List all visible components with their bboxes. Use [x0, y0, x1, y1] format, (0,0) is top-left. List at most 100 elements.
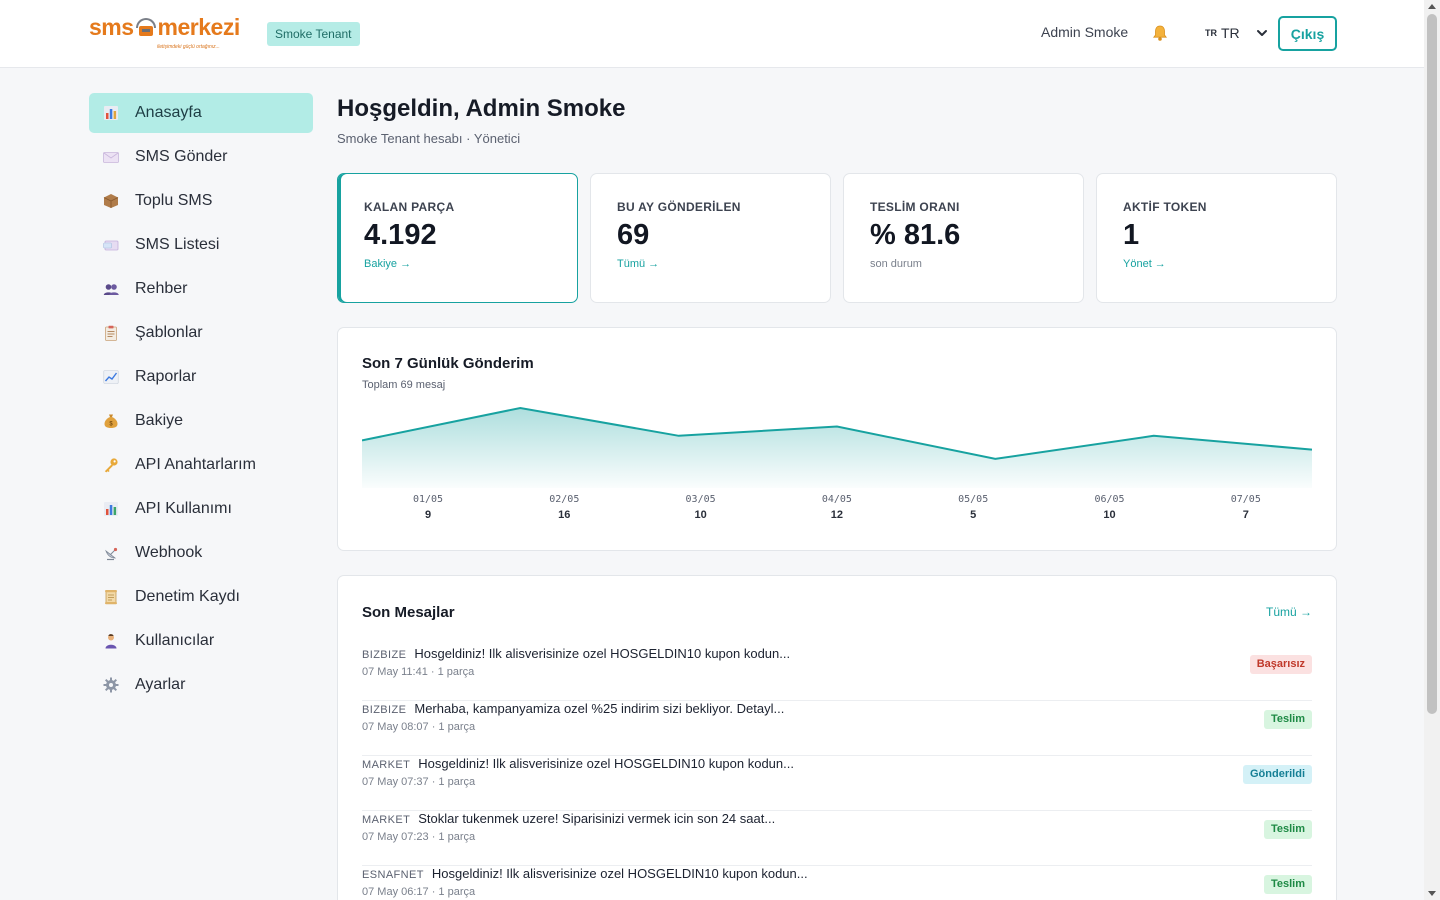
sidebar-item-webhook[interactable]: Webhook [89, 533, 313, 573]
page-scrollbar[interactable] [1424, 0, 1440, 900]
message-text: Hosgeldiniz! Ilk alisverisinize ozel HOS… [418, 756, 794, 771]
chart-tick-label: 04/05 [821, 494, 852, 505]
chart-data-label: 7 [1242, 509, 1249, 521]
chart-tick-label: 06/05 [1094, 494, 1125, 505]
message-row[interactable]: BIZBIZE Merhaba, kampanyamiza ozel %25 i… [362, 701, 1312, 756]
chart-data-label: 12 [830, 509, 844, 521]
chart-tick-label: 07/05 [1230, 494, 1261, 505]
chart-data-label: 10 [1103, 509, 1116, 521]
sidebar-item-ayarlar[interactable]: Ayarlar [89, 665, 313, 705]
main-content: Hoşgeldin, Admin Smoke Smoke Tenant hesa… [337, 93, 1337, 900]
stat-label: TESLİM ORANI [870, 200, 960, 214]
message-row[interactable]: BIZBIZE Hosgeldiniz! Ilk alisverisinize … [362, 646, 1312, 701]
message-sender: ESNAFNET [362, 869, 424, 881]
sidebar-item-label: Denetim Kaydı [135, 588, 240, 605]
message-sender: BIZBIZE [362, 649, 407, 661]
stat-link-yonet[interactable]: Yönet → [1123, 258, 1166, 270]
message-line: MARKET Hosgeldiniz! Ilk alisverisinize o… [362, 756, 794, 771]
bar-chart-icon [103, 105, 119, 121]
stat-card-aktif-token[interactable]: AKTİF TOKEN 1 Yönet → [1096, 173, 1337, 303]
message-sender: MARKET [362, 814, 411, 826]
chart-x-tick: 02/05 16 [524, 494, 604, 521]
sidebar-item-api-anahtarlarim[interactable]: API Anahtarlarım [89, 445, 313, 485]
envelopes-icon [103, 237, 119, 253]
sidebar-item-api-kullanimi[interactable]: API Kullanımı [89, 489, 313, 529]
top-header: sms merkezi iletişimdeki güçlü ortağınız… [0, 0, 1424, 68]
page-title: Hoşgeldin, Admin Smoke [337, 95, 626, 122]
message-line: MARKET Stoklar tukenmek uzere! Siparisin… [362, 811, 775, 826]
stat-link-tumu[interactable]: Tümü → [617, 258, 659, 270]
sidebar-item-bakiye[interactable]: $ Bakiye [89, 401, 313, 441]
sidebar-item-sms-gonder[interactable]: SMS Gönder [89, 137, 313, 177]
message-meta: 07 May 06:17 · 1 parça [362, 886, 476, 898]
tenant-badge: Smoke Tenant [267, 22, 360, 46]
sidebar-item-rehber[interactable]: Rehber [89, 269, 313, 309]
message-sender: BIZBIZE [362, 704, 407, 716]
status-badge: Teslim [1263, 875, 1312, 894]
message-meta: 07 May 07:23 · 1 parça [362, 831, 476, 843]
stat-label: KALAN PARÇA [364, 200, 455, 214]
scroll-down-arrow-icon[interactable] [1428, 891, 1436, 896]
sidebar-item-toplu-sms[interactable]: Toplu SMS [89, 181, 313, 221]
stat-value: 4.192 [364, 219, 437, 251]
message-row[interactable]: ESNAFNET Hosgeldiniz! Ilk alisverisinize… [362, 866, 1312, 900]
chart-x-tick: 04/05 12 [797, 494, 877, 521]
message-sender: MARKET [362, 759, 411, 771]
language-label: TR [1221, 25, 1240, 41]
sidebar-item-label: SMS Gönder [135, 148, 228, 165]
logo-wordmark: sms merkezi [89, 14, 249, 41]
chart-x-tick: 06/05 10 [1070, 494, 1150, 521]
message-meta: 07 May 07:37 · 1 parça [362, 776, 476, 788]
message-row[interactable]: MARKET Hosgeldiniz! Ilk alisverisinize o… [362, 756, 1312, 811]
recent-messages-all-link[interactable]: Tümü → [1266, 605, 1312, 619]
recent-messages-title: Son Mesajlar [362, 604, 455, 621]
scroll-icon [103, 589, 119, 605]
bell-icon[interactable] [1151, 24, 1169, 42]
stats-row: KALAN PARÇA 4.192 Bakiye → BU AY GÖNDERİ… [337, 173, 1337, 303]
stat-link-bakiye[interactable]: Bakiye → [364, 258, 411, 270]
status-badge: Gönderildi [1243, 765, 1312, 784]
sidebar-item-label: API Anahtarlarım [135, 456, 256, 473]
chart-data-label: 10 [694, 509, 707, 521]
chart-tick-label: 02/05 [549, 494, 580, 505]
message-line: BIZBIZE Hosgeldiniz! Ilk alisverisinize … [362, 646, 790, 661]
header-user-name[interactable]: Admin Smoke [1041, 24, 1128, 40]
chart-x-axis: 01/05 9 02/05 16 03/05 10 04/05 12 05/05 5 06/05 10… [362, 494, 1312, 528]
scrollbar-thumb[interactable] [1427, 14, 1437, 714]
clipboard-icon [103, 325, 119, 341]
logout-button[interactable]: Çıkış [1278, 16, 1337, 51]
message-meta: 07 May 11:41 · 1 parça [362, 666, 475, 678]
page-subtitle: Smoke Tenant hesabı · Yönetici [337, 131, 521, 146]
stat-card-kalan-parca[interactable]: KALAN PARÇA 4.192 Bakiye → [337, 173, 578, 303]
message-row[interactable]: MARKET Stoklar tukenmek uzere! Siparisin… [362, 811, 1312, 866]
stat-card-teslim-orani: TESLİM ORANI % 81.6 son durum [843, 173, 1084, 303]
sidebar-item-sablonlar[interactable]: Şablonlar [89, 313, 313, 353]
sidebar-item-denetim-kaydi[interactable]: Denetim Kaydı [89, 577, 313, 617]
bar-chart-icon [103, 501, 119, 517]
sidebar-item-label: Kullanıcılar [135, 632, 215, 649]
sidebar-item-label: Raporlar [135, 368, 197, 385]
scroll-up-arrow-icon[interactable] [1428, 4, 1436, 9]
message-text: Hosgeldiniz! Ilk alisverisinize ozel HOS… [431, 866, 808, 881]
logo-text-right: merkezi [157, 14, 241, 40]
logo[interactable]: sms merkezi iletişimdeki güçlü ortağınız… [89, 14, 249, 56]
sidebar-nav: Anasayfa SMS Gönder Toplu SMS SMS Listes… [89, 93, 313, 709]
sidebar-item-label: Webhook [135, 544, 203, 561]
sidebar-item-label: Toplu SMS [135, 192, 213, 209]
sidebar-item-sms-listesi[interactable]: SMS Listesi [89, 225, 313, 265]
message-text: Hosgeldiniz! Ilk alisverisinize ozel HOS… [414, 646, 791, 661]
chart-data-label: 9 [424, 509, 432, 521]
sidebar-item-kullanicilar[interactable]: Kullanıcılar [89, 621, 313, 661]
language-selector[interactable]: TR TR [1205, 25, 1270, 41]
language-code: TR [1205, 28, 1217, 38]
stat-label: AKTİF TOKEN [1123, 200, 1207, 214]
message-line: ESNAFNET Hosgeldiniz! Ilk alisverisinize… [362, 866, 808, 881]
stat-card-bu-ay-gonderilen[interactable]: BU AY GÖNDERİLEN 69 Tümü → [590, 173, 831, 303]
chart-tick-label: 03/05 [685, 494, 716, 505]
sidebar-item-anasayfa[interactable]: Anasayfa [89, 93, 313, 133]
recent-messages-card: Son Mesajlar Tümü → BIZBIZE Hosgeldiniz!… [337, 575, 1337, 900]
key-icon [103, 457, 119, 473]
logo-tagline: iletişimdeki güçlü ortağınız... [157, 44, 220, 50]
sidebar-item-raporlar[interactable]: Raporlar [89, 357, 313, 397]
package-icon [103, 193, 119, 209]
